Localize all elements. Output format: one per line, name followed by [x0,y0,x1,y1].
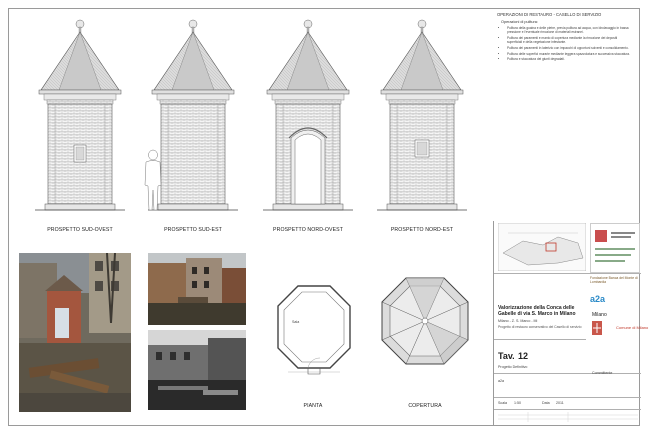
logo-consorzio [590,223,640,273]
scale-value: 1:50 [514,401,521,405]
tav-number: 12 [518,351,529,361]
elevation-nord-est [376,19,468,211]
notes-item: Pulitura dei paramenti e manto di copert… [507,36,633,45]
city-label: Milano [592,312,607,318]
roof-plan [381,277,469,365]
elevation-sud-est [147,19,239,211]
logo-comune-text: Comune di Milano [616,325,649,330]
notes-subtitle: Operazioni di pulitura: [501,20,538,24]
revision-table [498,412,638,422]
project-sub: Milano - Z. S. Marco - Mi [498,319,538,323]
notes-item: Pulitura della guaina e delle pietre, pr… [507,26,633,35]
notes-title: OPERAZIONI DI RESTAURO - CASELLO DI SERV… [497,12,602,17]
title-block: Fondazione Banca del Monte di Lombardia … [493,221,648,425]
label-sud-est: PROSPETTO SUD-EST [164,227,222,233]
tav-label: Tav. [498,351,515,361]
notes-item: Pulitura dei paramenti in laterizio con … [507,46,633,50]
location-key-map [498,223,586,271]
human-scale-figure [144,149,162,211]
restoration-notes: OPERAZIONI DI RESTAURO - CASELLO DI SERV… [493,10,633,215]
elevations-drawing [34,19,468,211]
date-value: 2011 [556,401,564,405]
logo-fondazione: Fondazione Banca del Monte di Lombardia [590,276,638,284]
notes-list: Pulitura della guaina e delle pietre, pr… [493,26,633,62]
logo-a2a: a2a [590,294,606,304]
room-label: Sala [292,320,300,324]
label-pianta: PIANTA [303,403,323,409]
label-nord-est: PROSPETTO NORD-EST [390,227,454,233]
notes-item: Pulitura e stuccatura dei giunti degrada… [507,57,633,61]
photo-canal-buildings [148,253,246,325]
elevation-nord-ovest [262,19,354,211]
label-sud-ovest: PROSPETTO SUD-OVEST [47,227,113,233]
client-name: a2a [498,379,504,383]
scale-label: Scala [498,401,507,405]
floor-plan [277,285,351,375]
project-description: Progetto di restauro conservativo del Ca… [498,325,582,329]
label-copertura: COPERTURA [408,403,442,409]
elevation-sud-ovest [34,19,126,211]
project-title: Valorizzazione della Conca delle Gabelle… [498,305,576,317]
label-nord-ovest: PROSPETTO NORD-OVEST [273,227,343,233]
tav-subject: Progetto Definitivo [498,365,528,369]
photo-site-view [19,253,131,412]
plans-drawing [277,277,469,375]
notes-item: Pulitura delle superfici murarie mediant… [507,52,633,56]
photo-historic-bw [148,330,246,410]
client-label: Committente [592,371,613,375]
date-label: Data [542,401,550,405]
